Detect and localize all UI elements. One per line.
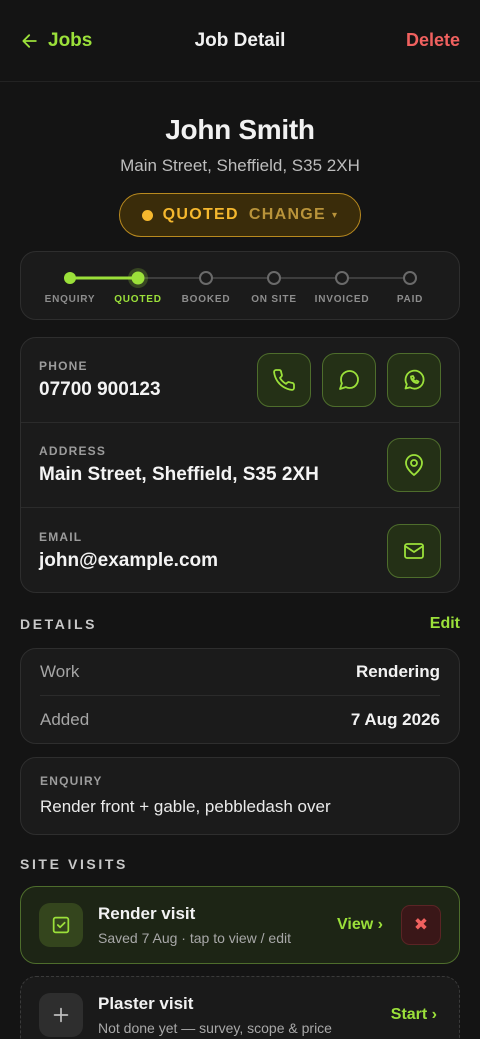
site-visits-header: SITE VISITS	[20, 856, 460, 872]
call-button[interactable]	[257, 353, 311, 407]
top-bar: Jobs Job Detail Delete	[0, 0, 480, 82]
mail-icon	[404, 542, 424, 559]
step-label[interactable]: ON SITE	[251, 294, 297, 305]
site-visit-plaster[interactable]: Plaster visit Not done yet — survey, sco…	[20, 976, 460, 1039]
customer-header: John Smith Main Street, Sheffield, S35 2…	[0, 82, 480, 237]
step-label[interactable]: QUOTED	[114, 294, 162, 305]
site-visit-render[interactable]: Render visit Saved 7 Aug · tap to view /…	[20, 886, 460, 964]
step-dot-invoiced[interactable]	[335, 271, 349, 285]
email-button[interactable]	[387, 523, 441, 578]
sms-button[interactable]	[322, 353, 376, 407]
step-dot-quoted[interactable]	[131, 271, 145, 285]
back-button[interactable]: Jobs	[20, 30, 92, 52]
email-label: EMAIL	[39, 529, 83, 544]
map-button[interactable]	[387, 438, 441, 492]
step-label[interactable]: PAID	[397, 294, 423, 305]
status-dot	[141, 209, 153, 221]
delete-visit-button[interactable]: ✖	[401, 905, 441, 945]
detail-key: Added	[40, 709, 90, 729]
details-header: DETAILS Edit	[20, 615, 460, 633]
status-progress: ENQUIRY QUOTED BOOKED ON SITE INVOICED PAID	[20, 251, 460, 320]
whatsapp-button[interactable]	[387, 353, 441, 407]
status-pill[interactable]: QUOTED CHANGE ▾	[118, 193, 362, 237]
enquiry-label: ENQUIRY	[40, 774, 103, 788]
details-card: Work Rendering Added 7 Aug 2026	[20, 648, 460, 744]
change-status-button[interactable]: CHANGE ▾	[249, 206, 338, 224]
step-dot-on-site[interactable]	[267, 271, 281, 285]
contact-card: PHONE 07700 900123 ADDRESS Main Street, …	[20, 337, 460, 593]
details-heading: DETAILS	[20, 616, 98, 632]
progress-track	[64, 268, 417, 288]
status-label: QUOTED	[162, 206, 239, 223]
visit-title: Plaster visit	[98, 994, 194, 1013]
site-visits-heading: SITE VISITS	[20, 856, 128, 872]
step-dot-booked[interactable]	[199, 271, 213, 285]
visit-title: Render visit	[98, 904, 196, 923]
view-visit-button[interactable]: View ›	[337, 916, 383, 934]
step-label[interactable]: ENQUIRY	[45, 294, 96, 305]
customer-name: John Smith	[165, 114, 315, 145]
address-value: Main Street, Sheffield, S35 2XH	[39, 464, 319, 485]
customer-address: Main Street, Sheffield, S35 2XH	[120, 156, 360, 175]
detail-row: Added 7 Aug 2026	[40, 696, 440, 743]
step-label[interactable]: BOOKED	[182, 294, 231, 305]
phone-icon	[273, 369, 295, 391]
change-label: CHANGE	[248, 206, 327, 223]
detail-row: Work Rendering	[40, 649, 440, 696]
phone-label: PHONE	[39, 359, 88, 373]
plus-icon	[39, 993, 83, 1037]
whatsapp-icon	[404, 369, 425, 390]
detail-value: Rendering	[355, 662, 440, 681]
step-dot-enquiry[interactable]	[64, 272, 76, 284]
enquiry-text: Render front + gable, pebbledash over	[40, 797, 331, 816]
detail-value: 7 Aug 2026	[350, 709, 440, 729]
email-row: EMAIL john@example.com	[21, 508, 459, 592]
message-bubble-icon	[339, 370, 359, 390]
back-label: Jobs	[48, 29, 93, 51]
address-row: ADDRESS Main Street, Sheffield, S35 2XH	[21, 423, 459, 508]
visit-subtitle: Saved 7 Aug · tap to view / edit	[98, 930, 292, 946]
delete-button[interactable]: Delete	[406, 30, 460, 51]
edit-details-button[interactable]: Edit	[430, 615, 460, 633]
phone-value: 07700 900123	[39, 379, 161, 400]
close-icon: ✖	[413, 915, 429, 934]
phone-row: PHONE 07700 900123	[21, 338, 459, 423]
step-label[interactable]: INVOICED	[315, 294, 370, 305]
start-visit-button[interactable]: Start ›	[391, 1006, 437, 1024]
address-label: ADDRESS	[39, 444, 107, 458]
checkbox-checked-icon	[39, 903, 83, 947]
enquiry-card: ENQUIRY Render front + gable, pebbledash…	[20, 757, 460, 835]
email-value: john@example.com	[39, 549, 219, 571]
caret-down-icon: ▾	[332, 209, 339, 221]
detail-key: Work	[40, 662, 80, 681]
arrow-left-icon	[22, 33, 37, 48]
step-dot-paid[interactable]	[403, 271, 417, 285]
visit-subtitle: Not done yet — survey, scope & price	[98, 1020, 332, 1036]
map-pin-icon	[405, 454, 423, 476]
